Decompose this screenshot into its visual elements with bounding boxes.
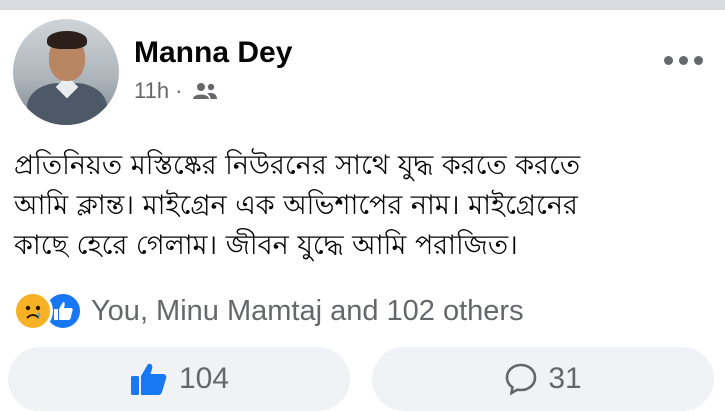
- top-divider: [0, 0, 725, 10]
- reaction-summary-text[interactable]: You, Minu Mamtaj and 102 others: [91, 295, 524, 328]
- avatar-hair: [47, 31, 87, 49]
- like-button[interactable]: 104: [8, 347, 350, 411]
- more-options-icon[interactable]: [664, 56, 703, 65]
- author-name[interactable]: Manna Dey: [134, 38, 292, 68]
- post-text-line: প্রতিনিয়ত মস্তিষ্কের নিউরনের সাথে যুদ্ধ…: [14, 150, 581, 181]
- post-time[interactable]: 11h: [134, 80, 169, 102]
- dot: [664, 56, 673, 65]
- sad-reaction-icon: [13, 291, 53, 331]
- like-count: 104: [178, 362, 230, 395]
- reaction-summary[interactable]: You, Minu Mamtaj and 102 others: [13, 291, 524, 331]
- like-icon: [130, 363, 167, 395]
- post-text-line: আমি ক্লান্ত। মাইগ্রেন এক অভিশাপের নাম। ম…: [14, 190, 578, 221]
- comment-button[interactable]: 31: [372, 347, 714, 411]
- comment-count: 31: [548, 362, 582, 395]
- avatar[interactable]: [13, 19, 119, 125]
- post-text-line: কাছে হেরে গেলাম। জীবন যুদ্ধে আমি পরাজিত।: [14, 230, 518, 261]
- friends-icon[interactable]: [192, 82, 218, 100]
- post-text: প্রতিনিয়ত মস্তিষ্কের নিউরনের সাথে যুদ্ধ…: [14, 146, 714, 266]
- post-meta: 11h ·: [134, 80, 218, 102]
- dot: [694, 56, 703, 65]
- meta-separator: ·: [175, 78, 183, 103]
- dot: [679, 56, 688, 65]
- comment-icon: [506, 363, 537, 396]
